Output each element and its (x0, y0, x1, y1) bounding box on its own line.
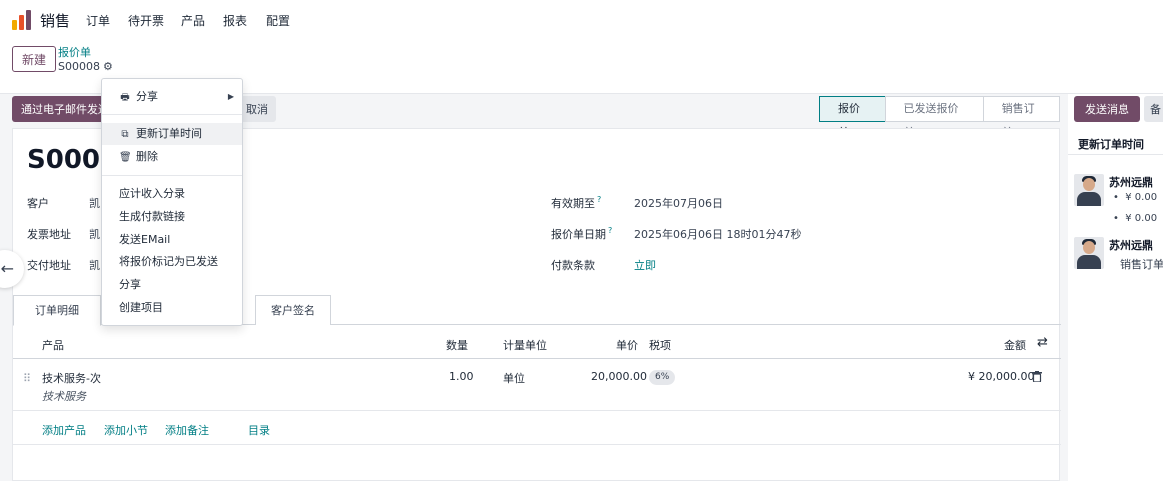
nav-item-to-invoice[interactable]: 待开票 (128, 12, 164, 29)
add-line-links: 添加产品 添加小节 添加备注 目录 (13, 413, 1061, 445)
nav-item-reporting[interactable]: 报表 (223, 12, 247, 29)
drag-handle-icon[interactable]: ⠿ (23, 372, 31, 385)
field-label-payment-terms: 付款条款 (551, 259, 595, 272)
copy-icon: ⧉ (121, 129, 129, 140)
column-product[interactable]: 产品 (42, 337, 64, 353)
cancel-button[interactable]: 取消 (240, 96, 276, 122)
printer-icon: 🖶 (120, 92, 130, 103)
trash-icon[interactable] (1032, 371, 1042, 382)
breadcrumb-parent-link[interactable]: 报价单 (58, 44, 91, 60)
catalog-link[interactable]: 目录 (248, 422, 270, 438)
new-button[interactable]: 新建 (12, 46, 56, 72)
menu-item-share[interactable]: 分享 (102, 274, 242, 296)
table-header: 产品 数量 计量单位 单价 税项 金额 ⇄ (13, 329, 1061, 359)
column-taxes[interactable]: 税项 (649, 337, 671, 353)
field-label-quotation-date: 报价单日期? (551, 226, 613, 241)
avatar[interactable] (1074, 237, 1104, 269)
field-label-customer: 客户 (27, 197, 49, 210)
column-amount[interactable]: 金额 (1004, 337, 1026, 353)
caret-right-icon: ▶ (227, 92, 234, 101)
row-unit-price[interactable]: 20,000.00 (591, 370, 647, 383)
breadcrumb-current-label: S00008 (58, 60, 100, 73)
menu-item-mark-as-sent[interactable]: 将报价标记为已发送 (102, 251, 242, 273)
message-line: • ¥ 0.00 (1113, 213, 1158, 224)
gear-icon[interactable]: ⚙ (103, 60, 113, 73)
nav-item-orders[interactable]: 订单 (86, 12, 110, 29)
chatter-panel: 发送消息 备 更新订单时间 苏州远鼎 • ¥ 0.00 • ¥ 0.00 苏州远… (1068, 94, 1163, 481)
message-author[interactable]: 苏州远鼎 (1109, 174, 1153, 190)
stage-quotation[interactable]: 报价单 (819, 96, 886, 139)
menu-divider (102, 175, 242, 176)
field-value-payment-terms[interactable]: 立即 (634, 257, 656, 273)
menu-item-update-order-time[interactable]: ⧉ 更新订单时间 (102, 123, 242, 145)
help-tooltip-icon[interactable]: ? (597, 195, 601, 204)
field-value-invoice-address[interactable]: 凯 (89, 226, 100, 242)
row-amount: ¥ 20,000.00 (968, 370, 1035, 383)
menu-item-accrued-revenue[interactable]: 应计收入分录 (102, 183, 242, 205)
action-dropdown-menu: 🖶 分享 ▶ ⧉ 更新订单时间 🗑 删除 应计收入分录 生成付款链接 发送EMail … (101, 78, 243, 326)
stage-sales-order[interactable]: 销售订单 (982, 96, 1060, 139)
column-settings-icon[interactable]: ⇄ (1037, 335, 1048, 350)
trash-icon: 🗑 (119, 152, 132, 163)
menu-item-print-share[interactable]: 🖶 分享 ▶ (102, 86, 242, 108)
field-label-delivery-address: 交付地址 (27, 259, 71, 272)
add-note-link[interactable]: 添加备注 (165, 422, 209, 438)
message-line: • ¥ 0.00 (1113, 192, 1158, 203)
field-value-quotation-date[interactable]: 2025年06月06日 18时01分47秒 (634, 226, 801, 242)
log-note-button[interactable]: 备 (1144, 96, 1163, 122)
menu-item-create-project[interactable]: 创建项目 (102, 297, 242, 319)
add-product-link[interactable]: 添加产品 (42, 422, 86, 438)
send-message-button[interactable]: 发送消息 (1074, 96, 1140, 122)
status-bar: 报价单 已发送报价单 销售订单 (819, 96, 1060, 139)
row-quantity[interactable]: 1.00 (449, 370, 474, 383)
chatter-header: 更新订单时间 (1078, 138, 1144, 151)
row-product[interactable]: 技术服务-次 (42, 370, 101, 386)
row-uom[interactable]: 单位 (503, 370, 525, 386)
column-unit-price[interactable]: 单价 (616, 337, 638, 353)
send-by-email-button[interactable]: 通过电子邮件发送 (12, 96, 112, 122)
tab-customer-signature[interactable]: 客户签名 (255, 295, 331, 325)
message-body: 销售订单 (1120, 258, 1163, 271)
menu-item-send-email[interactable]: 发送EMail (102, 229, 242, 251)
nav-item-products[interactable]: 产品 (181, 12, 205, 29)
avatar[interactable] (1074, 174, 1104, 206)
menu-item-delete[interactable]: 🗑 删除 (102, 146, 242, 168)
tab-order-lines[interactable]: 订单明细 (13, 295, 101, 326)
menu-divider (102, 114, 242, 115)
stage-quotation-sent[interactable]: 已发送报价单 (884, 96, 984, 139)
field-value-customer[interactable]: 凯 (89, 195, 100, 211)
tax-badge[interactable]: 6% (649, 370, 676, 385)
field-value-validity[interactable]: 2025年07月06日 (634, 195, 723, 211)
sales-app-icon[interactable] (12, 10, 32, 30)
field-label-invoice-address: 发票地址 (27, 228, 71, 241)
app-name[interactable]: 销售 (40, 10, 70, 31)
top-navbar: 销售 订单 待开票 产品 报表 配置 (0, 0, 1163, 38)
column-uom[interactable]: 计量单位 (503, 337, 547, 353)
field-value-delivery-address[interactable]: 凯 (89, 257, 100, 273)
menu-item-payment-link[interactable]: 生成付款链接 (102, 206, 242, 228)
row-description[interactable]: 技术服务 (42, 388, 86, 404)
column-quantity[interactable]: 数量 (446, 337, 468, 353)
add-section-link[interactable]: 添加小节 (104, 422, 148, 438)
chatter-divider (1068, 154, 1163, 155)
nav-item-configuration[interactable]: 配置 (266, 12, 290, 29)
message-author[interactable]: 苏州远鼎 (1109, 237, 1153, 253)
field-label-validity: 有效期至? (551, 195, 602, 210)
table-row[interactable]: ⠿ 技术服务-次 技术服务 1.00 单位 20,000.00 6% ¥ 20,… (13, 361, 1061, 411)
help-tooltip-icon[interactable]: ? (608, 226, 612, 235)
breadcrumb-current: S00008 ⚙ (58, 60, 113, 73)
